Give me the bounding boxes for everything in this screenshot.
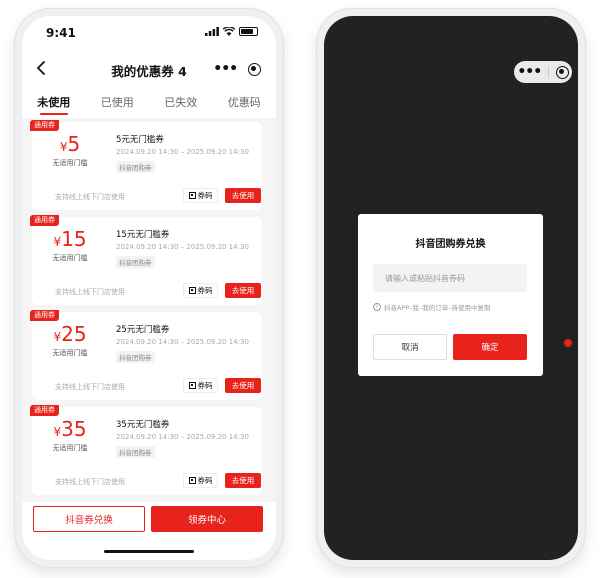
douyin-redeem-button[interactable]: 抖音券兑换 [33, 506, 145, 532]
redeem-dialog-screen: ••• 抖音团购券兑换 i 抖音APP–我–我的订单–待使用中复制 取消 确定 [324, 16, 578, 560]
coupon-amount: 35 [61, 417, 87, 441]
right-phone-frame: ••• 抖音团购券兑换 i 抖音APP–我–我的订单–待使用中复制 取消 确定 [316, 8, 586, 568]
coupon-usage-desc[interactable]: 支持线上线下门店使用 [55, 192, 125, 202]
coupon-tag: 通用券 [30, 120, 59, 131]
coupon-tabs: 未使用 已使用 已失效 优惠码 [22, 88, 276, 118]
status-time: 9:41 [46, 26, 76, 40]
tab-used[interactable]: 已使用 [86, 88, 150, 118]
coupon-title: 5元无门槛券 [116, 135, 164, 145]
currency-symbol: ¥ [53, 235, 62, 249]
coupon-validity: 2024.09.20 14:30 – 2025.09.20 14:30 [116, 433, 249, 441]
coupon-tag: 通用券 [30, 215, 59, 226]
red-dot-marker [564, 339, 572, 347]
coupon-tag: 通用券 [30, 405, 59, 416]
capsule-divider [547, 66, 549, 78]
coupon-usage-desc[interactable]: 支持线上线下门店使用 [55, 477, 125, 487]
coupon-list: 通用券 ¥5 无适用门槛 5元无门槛券 2024.09.20 14:30 – 2… [30, 120, 262, 502]
coupon-validity: 2024.09.20 14:30 – 2025.09.20 14:30 [116, 338, 249, 346]
coupon-code-button[interactable]: 券码 [183, 188, 218, 203]
coupon-code-label: 券码 [197, 286, 213, 295]
more-dots-icon[interactable]: ••• [517, 65, 542, 79]
coupon-threshold: 无适用门槛 [52, 254, 88, 262]
wifi-icon [223, 27, 235, 36]
redeem-dialog: 抖音团购券兑换 i 抖音APP–我–我的订单–待使用中复制 取消 确定 [358, 214, 543, 376]
coupon-usage-desc[interactable]: 支持线上线下门店使用 [55, 382, 125, 392]
coupon-code-label: 券码 [197, 476, 213, 485]
coupon-list-screen: 9:41 我的优惠券 4 ••• 未使用 已使用 已失效 优惠码 通用券 ¥5 … [22, 16, 276, 560]
coupon-code-button[interactable]: 券码 [183, 283, 218, 298]
more-dots-icon[interactable]: ••• [213, 62, 238, 76]
qr-code-icon [188, 287, 196, 294]
coupon-usage-desc[interactable]: 支持线上线下门店使用 [55, 287, 125, 297]
coupon-title: 25元无门槛券 [116, 325, 170, 335]
dialog-title: 抖音团购券兑换 [415, 239, 486, 250]
coupon-price: ¥5 [38, 134, 102, 154]
use-coupon-button[interactable]: 去使用 [225, 378, 261, 393]
coupon-card: 通用券 ¥15 无适用门槛 15元无门槛券 2024.09.20 14:30 –… [30, 215, 262, 305]
coupon-type-label: 抖音团购券 [116, 161, 155, 173]
tab-unused[interactable]: 未使用 [22, 88, 86, 118]
home-indicator [104, 550, 194, 553]
bottom-action-bar: 抖音券兑换 领券中心 [22, 502, 276, 560]
status-icons [205, 27, 258, 36]
coupon-code-button[interactable]: 券码 [183, 473, 218, 488]
mini-program-capsule: ••• [514, 61, 572, 83]
use-coupon-button[interactable]: 去使用 [225, 283, 261, 298]
coupon-amount: 15 [61, 227, 87, 251]
coupon-title: 15元无门槛券 [116, 230, 170, 240]
coupon-threshold: 无适用门槛 [52, 349, 88, 357]
coupon-code-label: 券码 [197, 191, 213, 200]
info-icon: i [373, 303, 381, 311]
coupon-threshold: 无适用门槛 [52, 444, 88, 452]
target-icon[interactable] [555, 65, 569, 79]
signal-icon [205, 27, 219, 36]
coupon-price: ¥35 [38, 419, 102, 439]
qr-code-icon [188, 192, 196, 199]
battery-icon [239, 27, 258, 36]
currency-symbol: ¥ [53, 425, 62, 439]
coupon-code-button[interactable]: 券码 [183, 378, 218, 393]
use-coupon-button[interactable]: 去使用 [225, 188, 261, 203]
tab-promo-code[interactable]: 优惠码 [213, 88, 277, 118]
qr-code-icon [188, 382, 196, 389]
left-phone-frame: 9:41 我的优惠券 4 ••• 未使用 已使用 已失效 优惠码 通用券 ¥5 … [14, 8, 284, 568]
coupon-threshold: 无适用门槛 [52, 159, 88, 167]
coupon-tag: 通用券 [30, 310, 59, 321]
coupon-type-label: 抖音团购券 [116, 446, 155, 458]
coupon-card: 通用券 ¥35 无适用门槛 35元无门槛券 2024.09.20 14:30 –… [30, 405, 262, 495]
coupon-card: 通用券 ¥25 无适用门槛 25元无门槛券 2024.09.20 14:30 –… [30, 310, 262, 400]
coupon-center-button[interactable]: 领券中心 [151, 506, 263, 532]
coupon-card: 通用券 ¥5 无适用门槛 5元无门槛券 2024.09.20 14:30 – 2… [30, 120, 262, 210]
coupon-code-label: 券码 [197, 381, 213, 390]
dialog-hint: i 抖音APP–我–我的订单–待使用中复制 [373, 302, 491, 312]
coupon-validity: 2024.09.20 14:30 – 2025.09.20 14:30 [116, 243, 249, 251]
coupon-code-input[interactable] [373, 264, 527, 292]
coupon-amount: 25 [61, 322, 87, 346]
coupon-amount: 5 [67, 132, 81, 156]
nav-bar: 我的优惠券 4 ••• [22, 50, 276, 88]
hint-text: 抖音APP–我–我的订单–待使用中复制 [384, 304, 491, 312]
cancel-button[interactable]: 取消 [373, 334, 447, 360]
confirm-button[interactable]: 确定 [453, 334, 527, 360]
mini-program-capsule: ••• [208, 58, 266, 80]
target-icon[interactable] [247, 62, 261, 76]
qr-code-icon [188, 477, 196, 484]
coupon-title: 35元无门槛券 [116, 420, 170, 430]
coupon-type-label: 抖音团购券 [116, 256, 155, 268]
use-coupon-button[interactable]: 去使用 [225, 473, 261, 488]
coupon-validity: 2024.09.20 14:30 – 2025.09.20 14:30 [116, 148, 249, 156]
coupon-price: ¥25 [38, 324, 102, 344]
status-bar: 9:41 [22, 16, 276, 50]
coupon-price: ¥15 [38, 229, 102, 249]
tab-expired[interactable]: 已失效 [149, 88, 213, 118]
currency-symbol: ¥ [53, 330, 62, 344]
coupon-type-label: 抖音团购券 [116, 351, 155, 363]
